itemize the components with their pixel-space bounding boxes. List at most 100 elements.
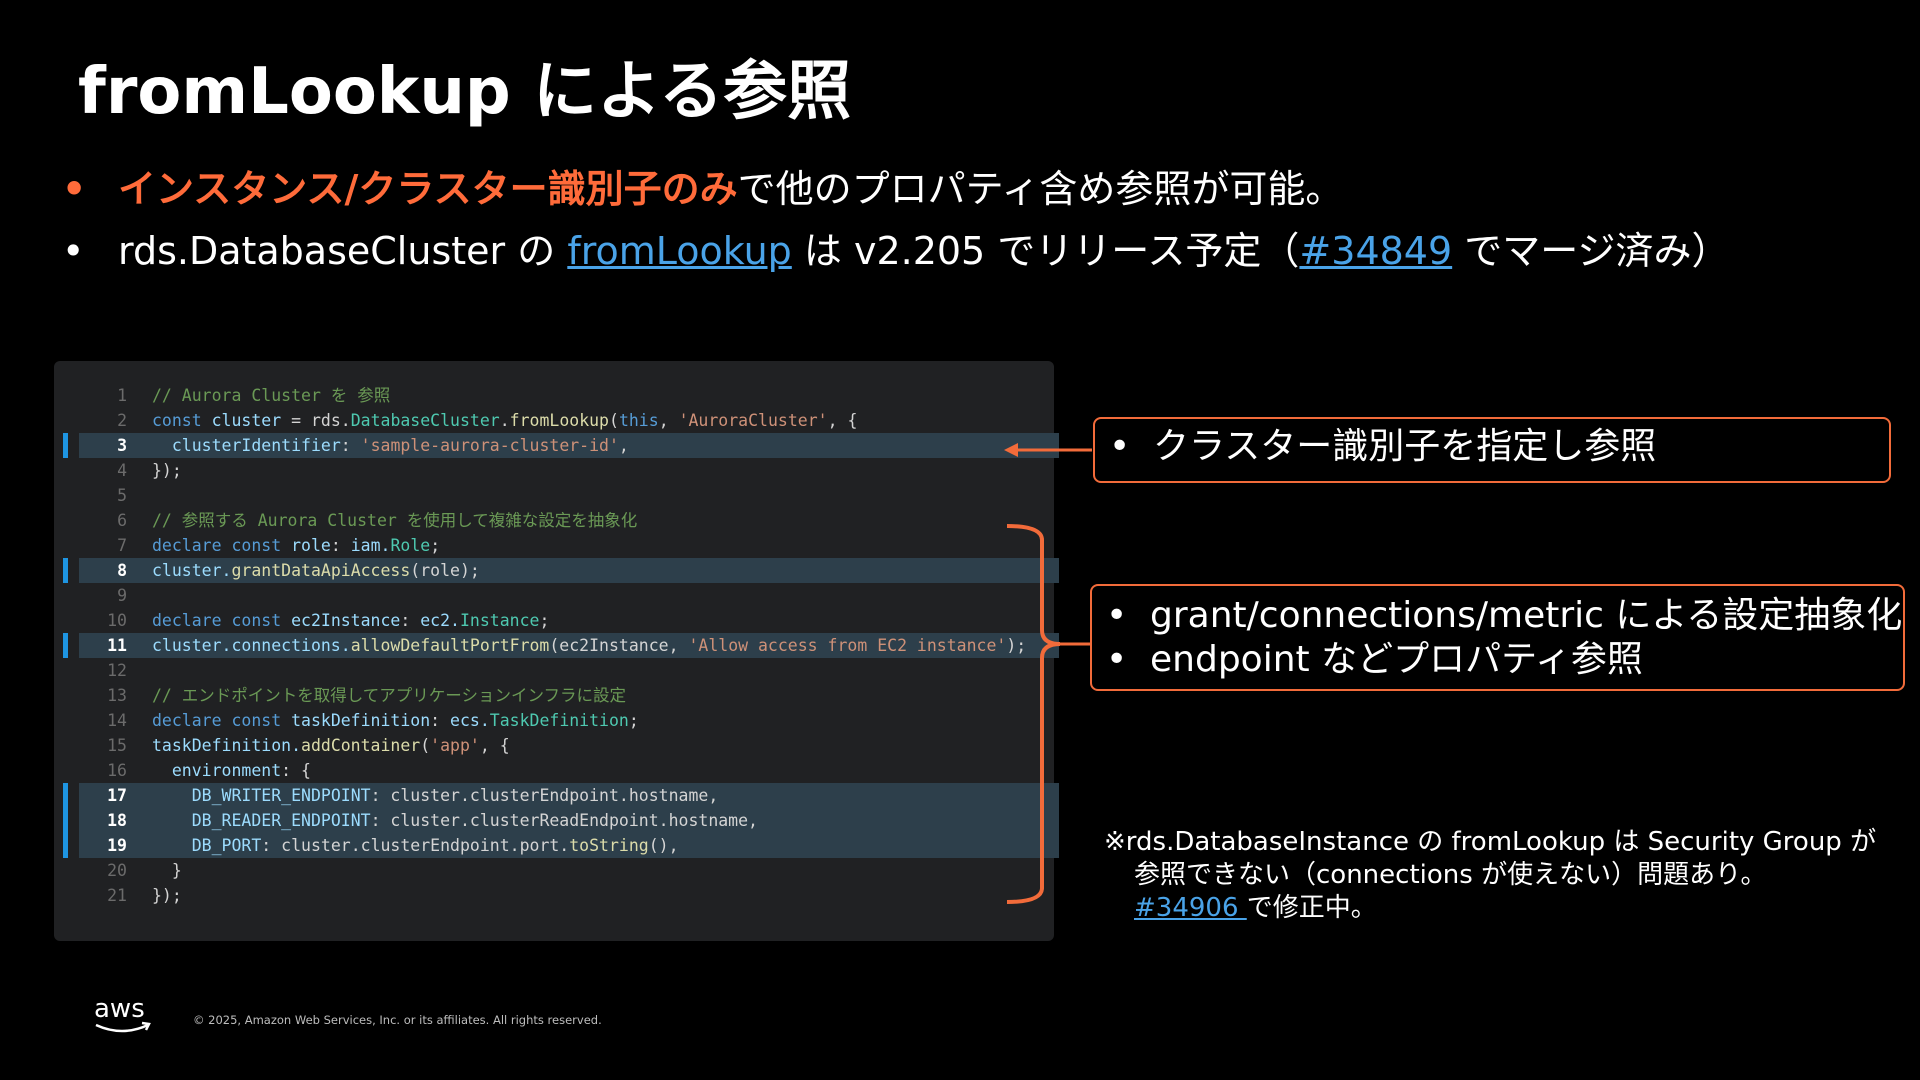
code-token: ( [420, 736, 431, 755]
code-property: DB_WRITER_ENDPOINT [191, 786, 371, 805]
code-property: DB_READER_ENDPOINT [191, 811, 371, 830]
bullet-emphasis: インスタンス/クラスター識別子のみ [118, 167, 738, 211]
bullet-dot: • [62, 167, 87, 211]
code-token: : { [281, 761, 311, 780]
highlight-marker [63, 558, 68, 583]
code-token: ; [628, 711, 639, 730]
line-number: 13 [107, 686, 127, 705]
code-variable: cluster [211, 411, 282, 430]
code-token: : [430, 711, 451, 730]
code-keyword: const [152, 411, 202, 430]
code-line: 2 const cluster = rds.DatabaseCluster.fro… [79, 408, 1059, 433]
line-number: 18 [107, 811, 127, 830]
code-variable: taskDefinition [291, 711, 431, 730]
line-number: 19 [107, 836, 127, 855]
code-token: : cluster.clusterEndpoint.port. [261, 836, 570, 855]
code-line: 6 // 参照する Aurora Cluster を使用して複雑な設定を抽象化 [79, 508, 1059, 533]
bullet-dot: • [62, 229, 85, 273]
code-token: : cluster.clusterReadEndpoint.hostname, [370, 811, 758, 830]
code-line-highlighted: 17 DB_WRITER_ENDPOINT: cluster.clusterEn… [63, 783, 1059, 808]
code-keyword: this [618, 411, 659, 430]
highlight-marker [63, 833, 68, 858]
code-line-highlighted: 11 cluster.connections.allowDefaultPortFr… [63, 633, 1059, 658]
code-line: 14 declare const taskDefinition: ecs.Task… [79, 708, 1059, 733]
code-keyword: declare const [152, 611, 282, 630]
code-token: : [330, 536, 351, 555]
code-panel: 1 // Aurora Cluster を 参照 2 const cluster =… [54, 361, 1059, 941]
code-type: DatabaseCluster [350, 411, 500, 430]
line-number: 1 [117, 386, 127, 405]
pr-34849-link[interactable]: #34849 [1299, 229, 1452, 273]
line-number: 5 [117, 486, 127, 505]
code-type: Instance [459, 611, 540, 630]
code-string: 'Allow access from EC2 instance' [688, 636, 1007, 655]
code-line: 1 // Aurora Cluster を 参照 [79, 383, 1059, 408]
code-line-highlighted: 3 clusterIdentifier: 'sample-aurora-clus… [63, 433, 1059, 458]
fromlookup-link[interactable]: fromLookup [567, 229, 791, 273]
code-keyword: declare const [152, 536, 282, 555]
copyright-text: © 2025, Amazon Web Services, Inc. or its… [193, 1013, 602, 1027]
code-string: 'sample-aurora-cluster-id' [360, 436, 619, 455]
footnote-line: #34906 で修正中。 [1104, 892, 1876, 925]
code-string: 'AuroraCluster' [678, 411, 828, 430]
callout-text: endpoint などプロパティ参照 [1150, 639, 1643, 680]
line-number: 20 [107, 861, 127, 880]
callout-identifier: • クラスター識別子を指定し参照 [1093, 417, 1891, 483]
code-line: 20 } [79, 858, 1059, 883]
code-variable: ec2Instance [291, 611, 401, 630]
code-property: clusterIdentifier [171, 436, 341, 455]
line-number: 2 [117, 411, 127, 430]
code-line-highlighted: 8 cluster.grantDataApiAccess(role); [63, 558, 1059, 583]
bullet-text: でマージ済み） [1452, 229, 1730, 273]
callout-item: • grant/connections/metric による設定抽象化 [1092, 594, 1903, 638]
line-number: 21 [107, 886, 127, 905]
line-number: 12 [107, 661, 127, 680]
code-token: } [171, 861, 182, 880]
bullet-text: rds.DatabaseCluster の [118, 229, 568, 273]
bullet-text: は v2.205 でリリース予定（ [791, 229, 1300, 273]
code-comment: // 参照する Aurora Cluster を使用して複雑な設定を抽象化 [152, 511, 638, 530]
code-token: }); [152, 461, 182, 480]
code-token: : cluster.clusterEndpoint.hostname, [370, 786, 719, 805]
code-line: 13 // エンドポイントを取得してアプリケーションインフラに設定 [79, 683, 1059, 708]
code-keyword: declare const [152, 711, 282, 730]
code-token: , [658, 411, 679, 430]
line-number: 16 [107, 761, 127, 780]
code-function: addContainer [301, 736, 421, 755]
code-token: . [499, 411, 510, 430]
code-line: 7 declare const role: iam.Role; [79, 533, 1059, 558]
aws-logo-icon: aws [94, 994, 151, 1033]
code-token: , { [479, 736, 510, 755]
footnote-line: 参照できない（connections が使えない）問題あり。 [1134, 860, 1767, 890]
bullet-list: • インスタンス/クラスター識別子のみで他のプロパティ含め参照が可能。 • rd… [62, 162, 1729, 286]
code-variable: cluster.connections. [152, 636, 351, 655]
code-token: (role); [410, 561, 480, 580]
code-type: TaskDefinition [489, 711, 629, 730]
code-line: 12 [79, 658, 1059, 683]
bullet-text: で他のプロパティ含め参照が可能。 [737, 167, 1344, 211]
pr-34906-link[interactable]: #34906 [1134, 893, 1247, 923]
bullet-item: • インスタンス/クラスター識別子のみで他のプロパティ含め参照が可能。 [62, 162, 1729, 224]
code-token: = rds. [281, 411, 351, 430]
line-number: 11 [107, 636, 127, 655]
code-type: Role [390, 536, 431, 555]
line-number: 10 [107, 611, 127, 630]
footnote-text: で修正中。 [1246, 893, 1377, 923]
code-line: 4}); [79, 458, 1059, 483]
code-function: fromLookup [509, 411, 609, 430]
line-number: 6 [117, 511, 127, 530]
code-line-highlighted: 18 DB_READER_ENDPOINT: cluster.clusterRe… [63, 808, 1059, 833]
code-function: allowDefaultPortFrom [350, 636, 550, 655]
code-line: 10 declare const ec2Instance: ec2.Instanc… [79, 608, 1059, 633]
callout-item: • endpoint などプロパティ参照 [1092, 638, 1903, 682]
footnote-line: ※rds.DatabaseInstance の fromLookup は Sec… [1104, 827, 1877, 857]
code-function: toString [569, 836, 649, 855]
line-number: 17 [107, 786, 127, 805]
callout-abstraction: • grant/connections/metric による設定抽象化 • en… [1090, 584, 1905, 691]
code-variable: taskDefinition. [152, 736, 302, 755]
line-number: 4 [117, 461, 127, 480]
bullet-dot: • [1106, 595, 1128, 636]
code-property: DB_PORT [191, 836, 262, 855]
code-variable: role [291, 536, 331, 555]
highlight-marker [63, 783, 68, 808]
